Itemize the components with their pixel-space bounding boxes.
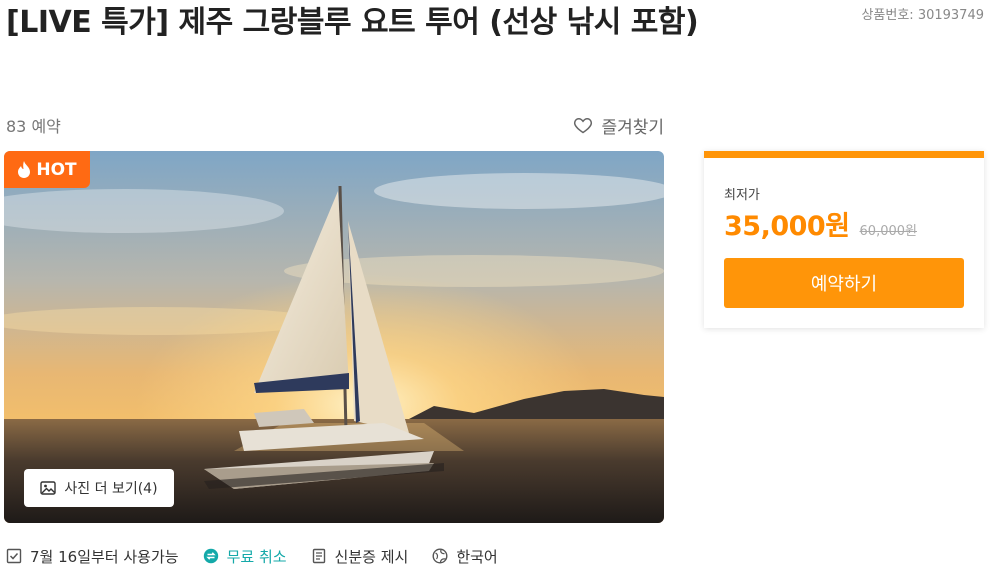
document-icon <box>312 548 325 564</box>
feature-label: 한국어 <box>456 547 498 566</box>
price-card: 최저가 35,000원 60,000원 예약하기 <box>704 151 984 328</box>
feature-id-required: 신분증 제시 <box>311 546 409 567</box>
original-price: 60,000원 <box>859 224 917 239</box>
booking-count: 83 예약 <box>6 117 61 136</box>
favorite-button[interactable]: 즐겨찾기 <box>573 113 664 138</box>
features-row: 7월 16일부터 사용가능 무료 취소 신분증 제시 한국어 <box>6 544 498 568</box>
globe-icon <box>432 548 448 564</box>
book-button[interactable]: 예약하기 <box>724 258 964 308</box>
product-number: 상품번호: 30193749 <box>861 8 984 23</box>
price-row: 35,000원 60,000원 <box>724 204 917 243</box>
hot-badge-label: HOT <box>36 159 77 180</box>
feature-label: 무료 취소 <box>226 547 287 566</box>
lowest-price-label: 최저가 <box>724 188 760 203</box>
feature-label: 7월 16일부터 사용가능 <box>30 547 179 566</box>
favorite-label: 즐겨찾기 <box>601 117 664 138</box>
more-photos-button[interactable]: 사진 더 보기(4) <box>24 469 174 507</box>
feature-language: 한국어 <box>432 546 498 567</box>
yacht-sunset-image <box>4 151 664 523</box>
current-price: 35,000원 <box>724 211 850 242</box>
product-title: [LIVE 특가] 제주 그랑블루 요트 투어 (선상 낚시 포함) <box>6 5 699 40</box>
exchange-icon <box>203 548 218 564</box>
calendar-check-icon <box>6 548 22 564</box>
meta-row: 83 예약 즐겨찾기 <box>6 112 664 138</box>
feature-label: 신분증 제시 <box>334 547 409 566</box>
fire-icon <box>18 161 31 178</box>
heart-icon <box>574 117 593 134</box>
main-photo[interactable]: HOT 사진 더 보기(4) <box>4 151 664 523</box>
image-icon <box>40 481 57 495</box>
feature-free-cancel: 무료 취소 <box>203 546 287 567</box>
feature-usage-date: 7월 16일부터 사용가능 <box>6 546 179 567</box>
more-photos-label: 사진 더 보기(4) <box>64 481 158 497</box>
hot-badge: HOT <box>4 151 90 188</box>
